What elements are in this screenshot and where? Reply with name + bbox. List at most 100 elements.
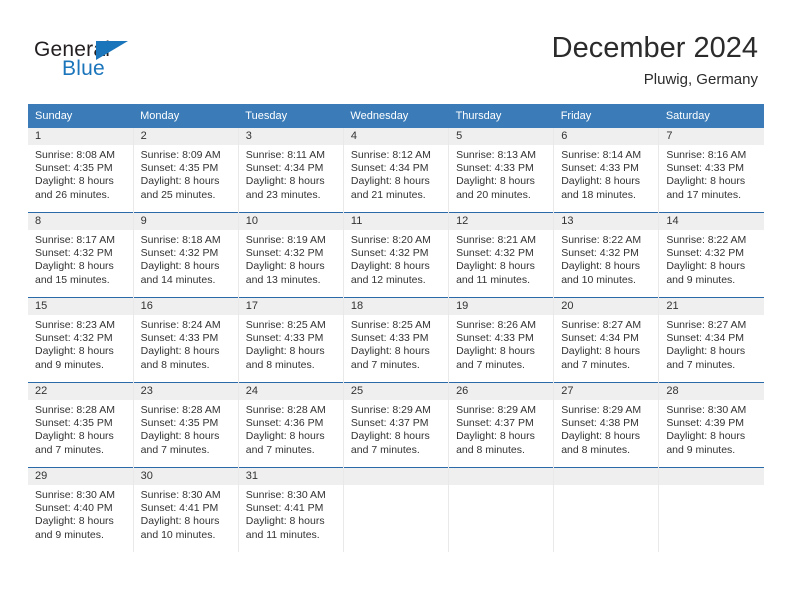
daylight-text-line1: Daylight: 8 hours	[140, 515, 220, 528]
day-details: Sunrise: 8:30 AM Sunset: 4:39 PM Dayligh…	[659, 400, 764, 457]
sunset-text: Sunset: 4:34 PM	[245, 162, 324, 175]
daylight-text-line2: and 8 minutes.	[561, 443, 631, 456]
day-cell[interactable]: 2 Sunrise: 8:09 AM Sunset: 4:35 PM Dayli…	[133, 128, 239, 213]
calendar-body: 1 Sunrise: 8:08 AM Sunset: 4:35 PM Dayli…	[28, 128, 764, 552]
day-cell[interactable]: 26 Sunrise: 8:29 AM Sunset: 4:37 PM Dayl…	[448, 382, 555, 468]
week-row: 15 Sunrise: 8:23 AM Sunset: 4:32 PM Dayl…	[28, 297, 764, 383]
week-row: 1 Sunrise: 8:08 AM Sunset: 4:35 PM Dayli…	[28, 128, 764, 213]
sunrise-text: Sunrise: 8:25 AM	[245, 319, 326, 331]
daylight-text-line1: Daylight: 8 hours	[350, 345, 430, 358]
day-cell[interactable]: 22 Sunrise: 8:28 AM Sunset: 4:35 PM Dayl…	[28, 382, 134, 468]
day-cell[interactable]: 3 Sunrise: 8:11 AM Sunset: 4:34 PM Dayli…	[238, 128, 344, 213]
sunrise-text: Sunrise: 8:29 AM	[350, 404, 431, 416]
day-details: Sunrise: 8:29 AM Sunset: 4:38 PM Dayligh…	[554, 400, 658, 457]
day-number: 18	[343, 298, 449, 315]
day-number: 22	[28, 383, 133, 400]
day-cell[interactable]: 27 Sunrise: 8:29 AM Sunset: 4:38 PM Dayl…	[553, 382, 660, 468]
day-cell[interactable]: 15 Sunrise: 8:23 AM Sunset: 4:32 PM Dayl…	[28, 297, 134, 383]
day-cell[interactable]: 21 Sunrise: 8:27 AM Sunset: 4:34 PM Dayl…	[658, 297, 764, 383]
day-number: 7	[659, 128, 764, 145]
sunrise-text: Sunrise: 8:30 AM	[140, 489, 221, 501]
sunrise-text: Sunrise: 8:08 AM	[35, 149, 115, 161]
day-number: 26	[449, 383, 554, 400]
day-number: 30	[133, 468, 238, 485]
day-cell[interactable]: 30 Sunrise: 8:30 AM Sunset: 4:41 PM Dayl…	[133, 467, 239, 552]
day-number: 16	[133, 298, 238, 315]
day-cell[interactable]: 18 Sunrise: 8:25 AM Sunset: 4:33 PM Dayl…	[343, 297, 450, 383]
daylight-text-line1: Daylight: 8 hours	[140, 345, 220, 358]
daylight-text-line2: and 9 minutes.	[666, 443, 736, 456]
daylight-text-line2: and 13 minutes.	[245, 273, 321, 286]
sunset-text: Sunset: 4:33 PM	[666, 162, 744, 175]
sunset-text: Sunset: 4:35 PM	[140, 417, 219, 430]
day-number: 10	[238, 213, 343, 230]
day-cell[interactable]: 9 Sunrise: 8:18 AM Sunset: 4:32 PM Dayli…	[133, 212, 239, 298]
daylight-text-line2: and 12 minutes.	[350, 273, 426, 286]
page-title: December 2024	[551, 32, 758, 64]
day-number: 23	[133, 383, 238, 400]
day-cell[interactable]: 12 Sunrise: 8:21 AM Sunset: 4:32 PM Dayl…	[448, 212, 555, 298]
day-cell[interactable]: 25 Sunrise: 8:29 AM Sunset: 4:37 PM Dayl…	[343, 382, 450, 468]
daylight-text-line1: Daylight: 8 hours	[561, 260, 640, 273]
day-cell[interactable]: 13 Sunrise: 8:22 AM Sunset: 4:32 PM Dayl…	[553, 212, 660, 298]
day-details: Sunrise: 8:29 AM Sunset: 4:37 PM Dayligh…	[449, 400, 553, 457]
sunrise-text: Sunrise: 8:13 AM	[456, 149, 537, 161]
day-cell[interactable]: 4 Sunrise: 8:12 AM Sunset: 4:34 PM Dayli…	[343, 128, 450, 213]
sunset-text: Sunset: 4:37 PM	[456, 417, 534, 430]
day-details: Sunrise: 8:27 AM Sunset: 4:34 PM Dayligh…	[659, 315, 764, 372]
daylight-text-line1: Daylight: 8 hours	[561, 430, 640, 443]
day-cell[interactable]: 7 Sunrise: 8:16 AM Sunset: 4:33 PM Dayli…	[658, 128, 764, 213]
day-details: Sunrise: 8:22 AM Sunset: 4:32 PM Dayligh…	[659, 230, 764, 287]
sunset-text: Sunset: 4:35 PM	[35, 417, 113, 430]
daylight-text-line2: and 7 minutes.	[666, 358, 736, 371]
sunrise-text: Sunrise: 8:30 AM	[245, 489, 326, 501]
day-number: 12	[449, 213, 554, 230]
weekday-header-row: Sunday Monday Tuesday Wednesday Thursday…	[28, 104, 764, 128]
day-details: Sunrise: 8:21 AM Sunset: 4:32 PM Dayligh…	[449, 230, 553, 287]
day-cell[interactable]: 24 Sunrise: 8:28 AM Sunset: 4:36 PM Dayl…	[238, 382, 344, 468]
daylight-text-line2: and 25 minutes.	[140, 188, 216, 201]
daylight-text-line2: and 8 minutes.	[245, 358, 315, 371]
sunrise-text: Sunrise: 8:28 AM	[140, 404, 221, 416]
day-details: Sunrise: 8:08 AM Sunset: 4:35 PM Dayligh…	[28, 145, 133, 202]
sunset-text: Sunset: 4:40 PM	[35, 502, 113, 515]
daylight-text-line1: Daylight: 8 hours	[35, 515, 114, 528]
logo-text-blue: Blue	[62, 57, 105, 80]
day-cell[interactable]: 10 Sunrise: 8:19 AM Sunset: 4:32 PM Dayl…	[238, 212, 344, 298]
sunrise-text: Sunrise: 8:11 AM	[245, 149, 325, 161]
day-cell[interactable]: 28 Sunrise: 8:30 AM Sunset: 4:39 PM Dayl…	[658, 382, 764, 468]
daylight-text-line1: Daylight: 8 hours	[35, 260, 114, 273]
day-cell-empty	[343, 467, 450, 552]
daylight-text-line2: and 9 minutes.	[35, 528, 104, 541]
day-details: Sunrise: 8:14 AM Sunset: 4:33 PM Dayligh…	[554, 145, 658, 202]
day-number: 15	[28, 298, 133, 315]
day-cell[interactable]: 17 Sunrise: 8:25 AM Sunset: 4:33 PM Dayl…	[238, 297, 344, 383]
day-cell[interactable]: 11 Sunrise: 8:20 AM Sunset: 4:32 PM Dayl…	[343, 212, 450, 298]
day-cell[interactable]: 16 Sunrise: 8:24 AM Sunset: 4:33 PM Dayl…	[133, 297, 239, 383]
day-details: Sunrise: 8:29 AM Sunset: 4:37 PM Dayligh…	[344, 400, 448, 457]
day-number: 4	[343, 128, 449, 145]
day-cell[interactable]: 1 Sunrise: 8:08 AM Sunset: 4:35 PM Dayli…	[28, 128, 134, 213]
day-cell[interactable]: 6 Sunrise: 8:14 AM Sunset: 4:33 PM Dayli…	[553, 128, 660, 213]
daylight-text-line1: Daylight: 8 hours	[456, 260, 535, 273]
day-cell[interactable]: 29 Sunrise: 8:30 AM Sunset: 4:40 PM Dayl…	[28, 467, 134, 552]
day-cell[interactable]: 8 Sunrise: 8:17 AM Sunset: 4:32 PM Dayli…	[28, 212, 134, 298]
sunset-text: Sunset: 4:32 PM	[245, 247, 324, 260]
sunset-text: Sunset: 4:36 PM	[245, 417, 324, 430]
week-row: 29 Sunrise: 8:30 AM Sunset: 4:40 PM Dayl…	[28, 467, 764, 552]
daylight-text-line2: and 8 minutes.	[456, 443, 525, 456]
week-row: 8 Sunrise: 8:17 AM Sunset: 4:32 PM Dayli…	[28, 212, 764, 298]
daylight-text-line1: Daylight: 8 hours	[140, 260, 220, 273]
daylight-text-line1: Daylight: 8 hours	[35, 430, 114, 443]
day-cell[interactable]: 14 Sunrise: 8:22 AM Sunset: 4:32 PM Dayl…	[658, 212, 764, 298]
day-cell[interactable]: 5 Sunrise: 8:13 AM Sunset: 4:33 PM Dayli…	[448, 128, 555, 213]
daylight-text-line2: and 17 minutes.	[666, 188, 742, 201]
sunset-text: Sunset: 4:38 PM	[561, 417, 639, 430]
sunset-text: Sunset: 4:32 PM	[561, 247, 639, 260]
daylight-text-line1: Daylight: 8 hours	[350, 260, 430, 273]
day-cell[interactable]: 23 Sunrise: 8:28 AM Sunset: 4:35 PM Dayl…	[133, 382, 239, 468]
day-cell[interactable]: 19 Sunrise: 8:26 AM Sunset: 4:33 PM Dayl…	[448, 297, 555, 383]
day-cell[interactable]: 31 Sunrise: 8:30 AM Sunset: 4:41 PM Dayl…	[238, 467, 344, 552]
daylight-text-line2: and 18 minutes.	[561, 188, 636, 201]
day-cell[interactable]: 20 Sunrise: 8:27 AM Sunset: 4:34 PM Dayl…	[553, 297, 660, 383]
